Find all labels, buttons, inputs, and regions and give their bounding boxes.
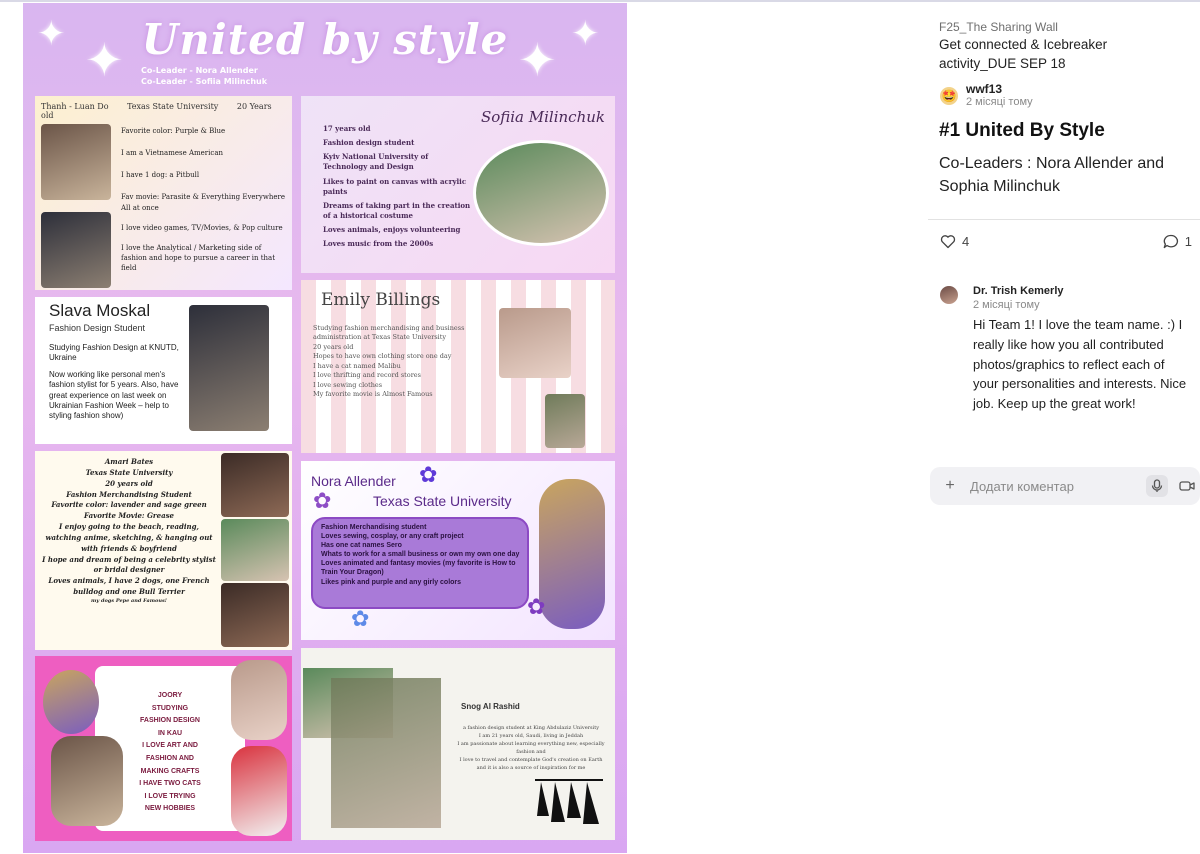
- craft-photo: [231, 660, 287, 740]
- member-details: Amari Bates Texas State University 20 ye…: [42, 457, 216, 604]
- member-panel-sofiia: Sofiia Milinchuk 17 years old Fashion de…: [301, 96, 615, 273]
- poster-co-leader: Co-Leader - Nora Allender: [141, 66, 258, 75]
- member-details: Fashion Merchandising student Loves sewi…: [321, 524, 520, 586]
- member-name: Emily Billings: [321, 290, 441, 310]
- member-photo: [41, 124, 111, 200]
- comment-bar: +: [930, 467, 1200, 505]
- member-details: Studying Fashion Design at KNUTD, Ukrain…: [49, 343, 179, 421]
- craft-photo: [231, 746, 287, 836]
- poster-co-leader: Co-Leader - Sofiia Milinchuk: [141, 77, 268, 86]
- board-name[interactable]: F25_The Sharing Wall: [939, 20, 1058, 34]
- flower-icon: ✿: [527, 595, 546, 620]
- member-name: Thanh - Luan Do: [41, 102, 109, 111]
- member-name: Nora Allender: [311, 473, 396, 489]
- member-panel-joory: JOORY STUDYING FASHION DESIGN IN KAU I L…: [35, 656, 292, 841]
- author-name[interactable]: wwf13: [966, 82, 1002, 96]
- commenter-avatar[interactable]: [940, 286, 958, 304]
- member-photo: [51, 736, 123, 826]
- craft-photo: [43, 670, 99, 734]
- member-details: Favorite color: Purple & Blue I am a Vie…: [121, 127, 285, 273]
- plus-icon: +: [945, 477, 955, 494]
- member-panel-emily: Emily Billings Studying fashion merchand…: [301, 280, 615, 453]
- member-panel-amari: Amari Bates Texas State University 20 ye…: [35, 451, 292, 650]
- member-details: a fashion design student at King Abdulaz…: [457, 725, 605, 771]
- comment-input[interactable]: [970, 477, 1140, 495]
- divider: [928, 219, 1200, 220]
- member-photo: [221, 583, 289, 647]
- panel-header: Thanh - Luan Do Texas State University 2…: [41, 102, 292, 120]
- member-photo: [221, 453, 289, 517]
- mic-icon: [1151, 479, 1163, 492]
- heart-icon: [940, 235, 956, 249]
- member-details: Studying fashion merchandising and busin…: [313, 324, 465, 398]
- member-details: 17 years old Fashion design student Kyiv…: [323, 124, 471, 249]
- member-panel-nora: Nora Allender Texas State University Fas…: [301, 461, 615, 640]
- like-button[interactable]: 4: [940, 234, 969, 249]
- comment-body: Hi Team 1! I love the team name. :) I re…: [973, 317, 1187, 411]
- voice-comment-button[interactable]: [1146, 475, 1168, 497]
- comments-button[interactable]: 1: [1163, 234, 1192, 249]
- member-photo: [41, 212, 111, 288]
- member-panel-slava: Slava Moskal Fashion Design Student Stud…: [35, 297, 292, 444]
- emoji-avatar-icon: 🤩: [941, 89, 957, 103]
- flower-icon: ✿: [351, 607, 370, 632]
- member-school: Texas State University: [373, 493, 512, 509]
- post-body: Co-Leaders : Nora Allender and Sophia Mi…: [939, 155, 1165, 196]
- video-comment-button[interactable]: [1176, 475, 1198, 497]
- comment-count: 1: [1184, 234, 1192, 249]
- member-photo: [189, 305, 269, 431]
- member-photo: [473, 140, 609, 246]
- video-icon: [1179, 481, 1195, 491]
- assignment-title[interactable]: Get connected & Icebreaker activity_DUE …: [939, 36, 1139, 73]
- member-photo: [221, 519, 289, 581]
- post-sidebar: F25_The Sharing Wall Get connected & Ice…: [928, 0, 1200, 854]
- author-avatar[interactable]: 🤩: [940, 87, 958, 105]
- cat-photo: [545, 394, 585, 448]
- add-attachment-button[interactable]: +: [940, 476, 960, 496]
- comment-icon: [1163, 234, 1178, 249]
- flower-icon: ✿: [419, 463, 438, 488]
- member-school: Texas State University: [127, 102, 219, 111]
- member-name: Snog Al Rashid: [461, 702, 520, 711]
- poster-title: United by style: [141, 15, 509, 64]
- post-title: #1 United By Style: [939, 120, 1105, 141]
- poster-image[interactable]: ✦ ✦ ✦ ✦ United by style Co-Leader - Nora…: [23, 3, 627, 853]
- flower-icon: ✿: [313, 489, 332, 514]
- member-panel-thanh: Thanh - Luan Do Texas State University 2…: [35, 96, 292, 290]
- comment-timestamp: 2 місяці тому: [973, 299, 1040, 311]
- member-subtitle: Fashion Design Student: [49, 323, 146, 333]
- author-timestamp: 2 місяці тому: [966, 96, 1033, 108]
- clothing-rack-icon: [535, 779, 603, 824]
- like-count: 4: [962, 234, 970, 249]
- member-photo: [499, 308, 571, 378]
- commenter-name[interactable]: Dr. Trish Kemerly: [973, 285, 1064, 297]
- member-name: Sofiia Milinchuk: [480, 108, 605, 126]
- member-name: Slava Moskal: [49, 301, 151, 320]
- collage-photo: [331, 678, 441, 828]
- member-panel-snog: Snog Al Rashid a fashion design student …: [301, 648, 615, 840]
- member-photo: [539, 479, 605, 629]
